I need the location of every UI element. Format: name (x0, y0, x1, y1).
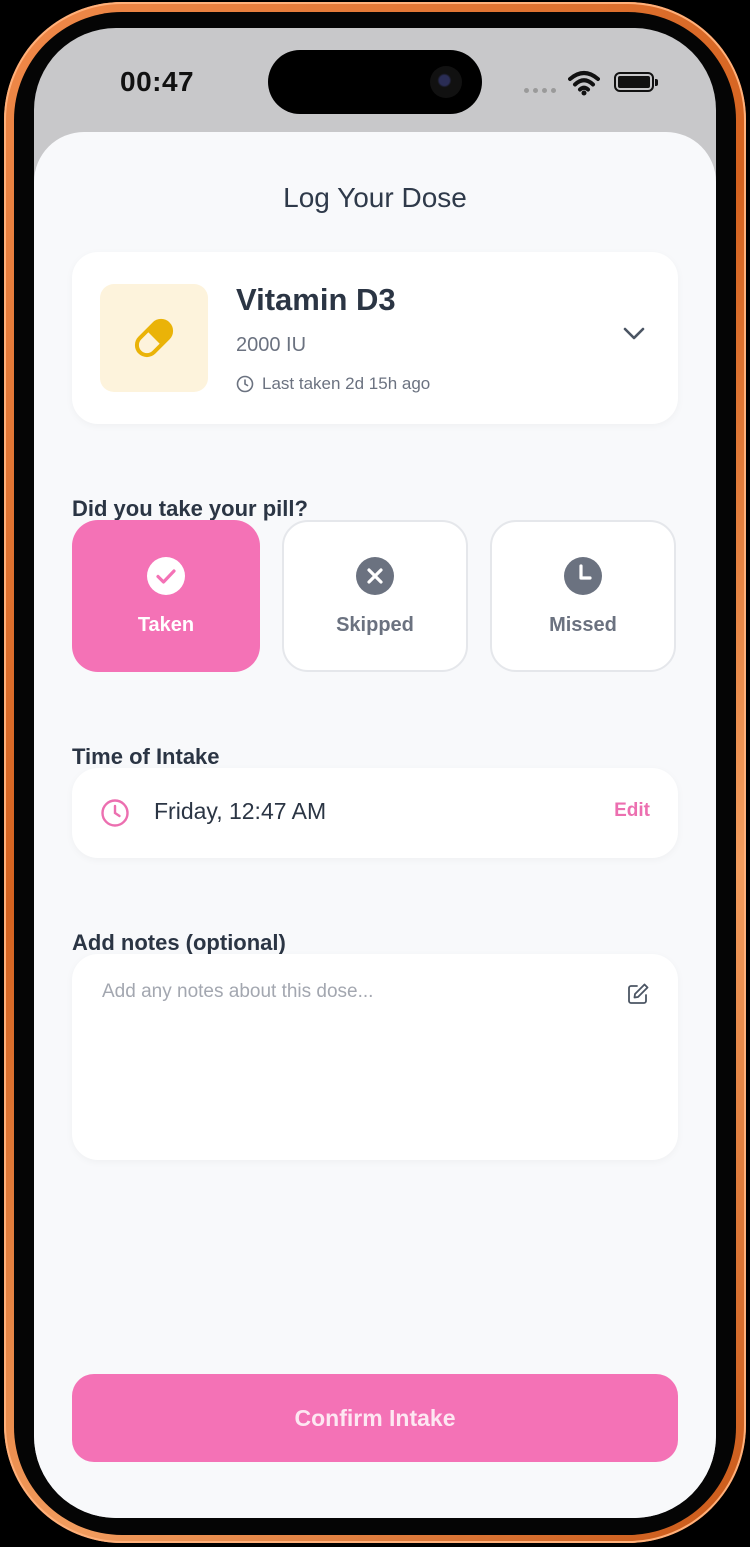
option-missed[interactable]: Missed (490, 520, 676, 672)
notes-field[interactable] (72, 954, 678, 1160)
battery-icon (614, 72, 658, 92)
time-of-intake-value: Friday, 12:47 AM (154, 798, 327, 824)
time-of-intake-field[interactable]: Friday, 12:47 AM Edit (72, 768, 678, 858)
camera-icon (430, 66, 462, 98)
intake-question: Did you take your pill? (72, 496, 308, 521)
clock-icon (236, 375, 254, 393)
x-circle-icon (356, 556, 394, 595)
notes-label: Add notes (optional) (72, 930, 286, 955)
option-missed-label: Missed (549, 613, 617, 636)
log-dose-sheet: Log Your Dose Vitamin D3 2000 IU Last ta… (34, 132, 716, 1518)
last-taken-text: Last taken 2d 15h ago (262, 374, 431, 393)
pill-icon (134, 318, 174, 358)
time-of-intake-label: Time of Intake (72, 744, 220, 769)
notes-input[interactable] (100, 980, 604, 1004)
option-skipped-label: Skipped (336, 613, 414, 636)
option-taken[interactable]: Taken (72, 520, 260, 672)
medication-dose: 2000 IU (236, 334, 307, 356)
pill-icon-container (100, 284, 208, 392)
dynamic-island (268, 50, 482, 114)
option-taken-label: Taken (137, 613, 195, 636)
wifi-icon (568, 71, 600, 96)
status-time: 00:47 (120, 66, 195, 97)
last-taken: Last taken 2d 15h ago (236, 374, 430, 394)
clock-circle-icon (564, 556, 602, 595)
edit-time-button[interactable]: Edit (614, 800, 650, 822)
check-circle-icon (147, 556, 185, 595)
medication-selector[interactable]: Vitamin D3 2000 IU Last taken 2d 15h ago (72, 252, 678, 424)
option-skipped[interactable]: Skipped (282, 520, 468, 672)
medication-name: Vitamin D3 (236, 282, 396, 317)
chevron-down-icon[interactable] (622, 326, 646, 342)
clock-icon (101, 799, 129, 827)
confirm-intake-button[interactable]: Confirm Intake (72, 1374, 678, 1462)
edit-note-icon (628, 983, 649, 1004)
page-title: Log Your Dose (283, 182, 467, 213)
phone-screen: 00:47 Log Your Dose Vitamin D3 2000 IU L… (34, 28, 716, 1518)
signal-dots-icon (524, 88, 556, 93)
